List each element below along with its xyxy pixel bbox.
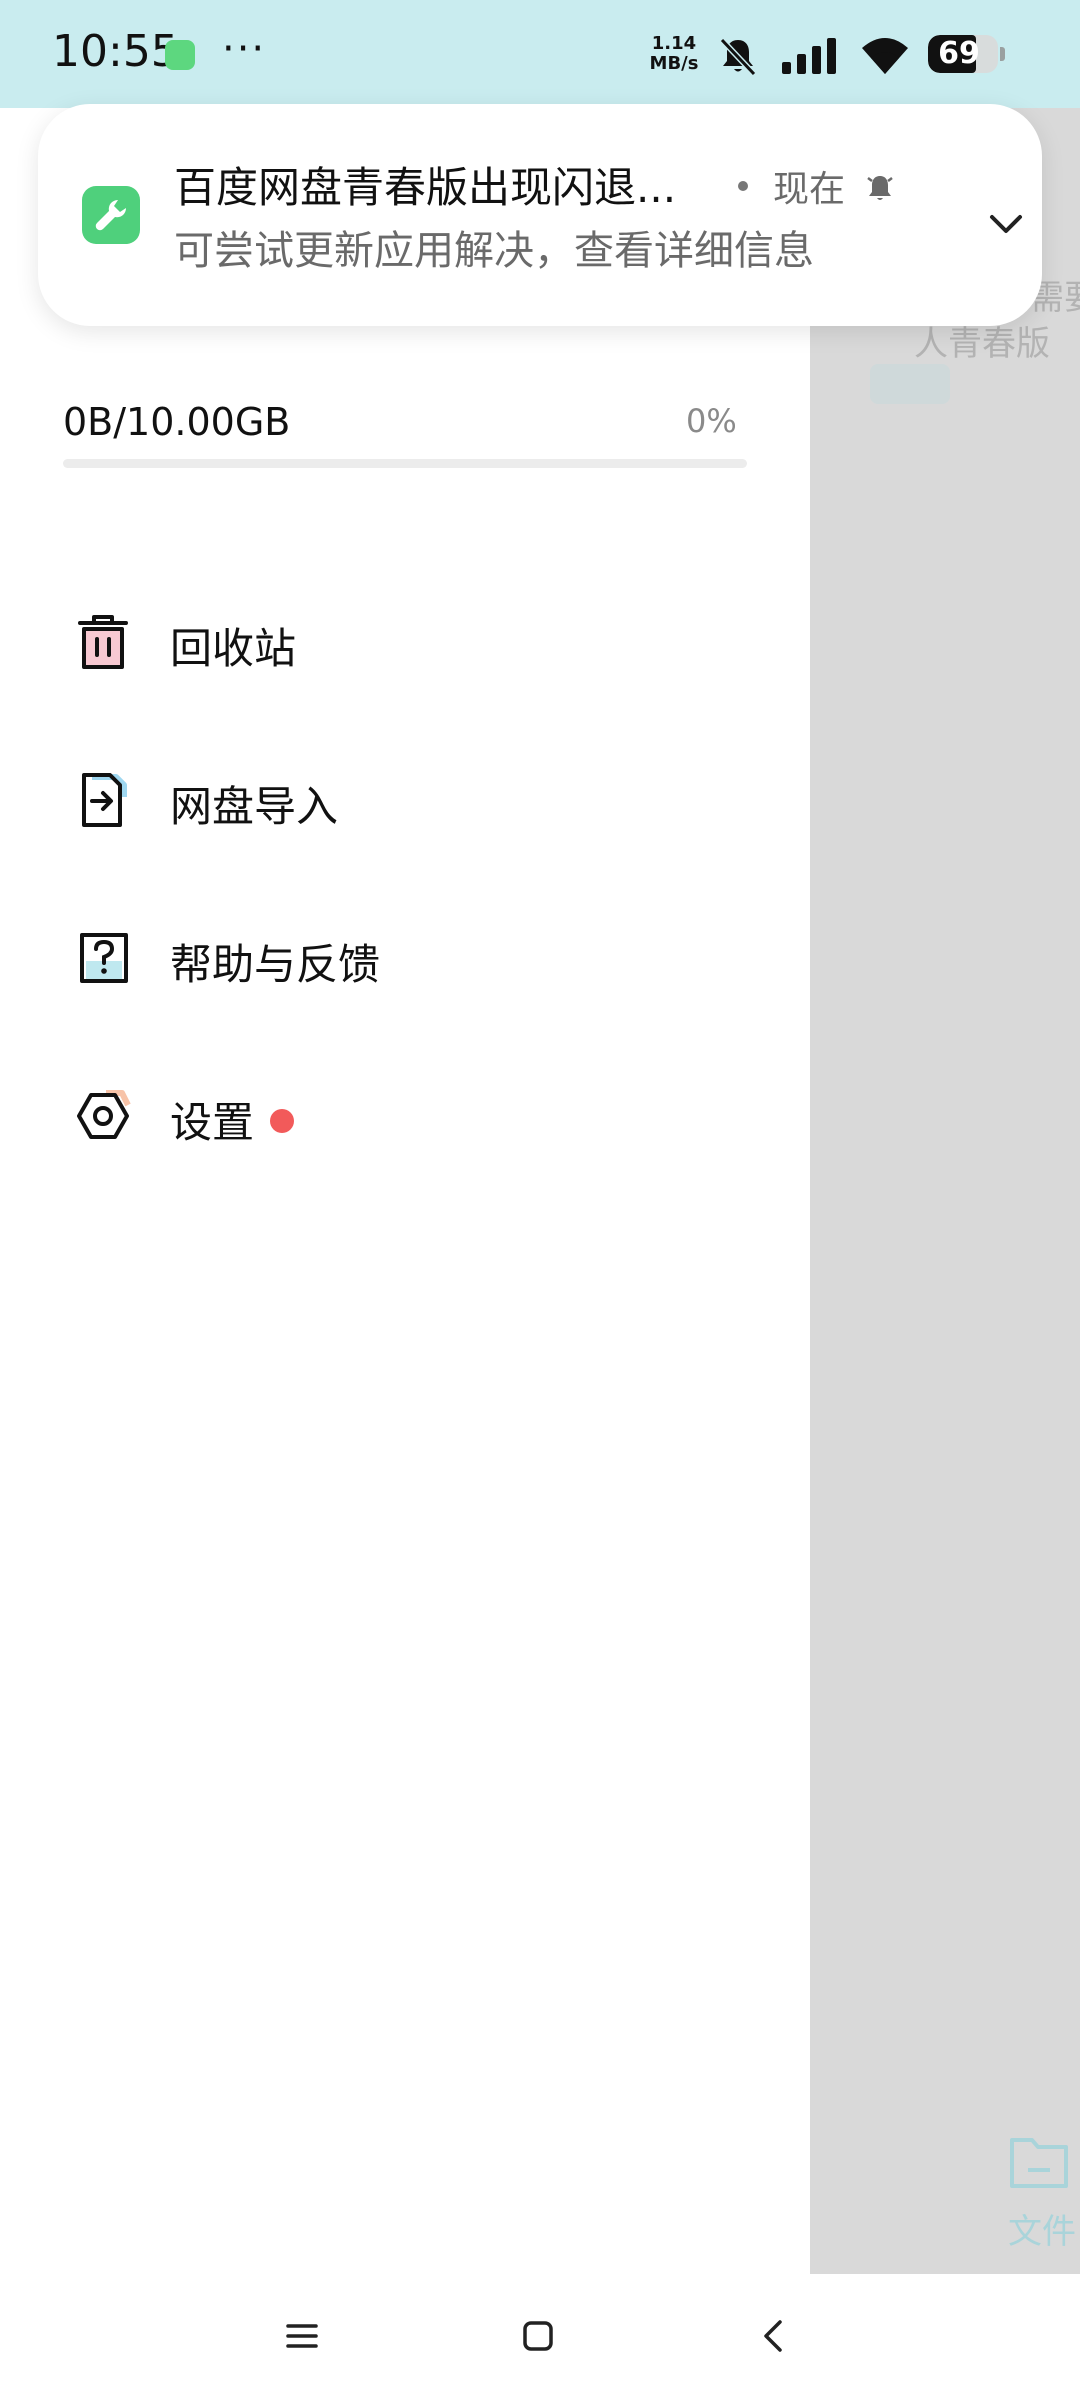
battery-tip bbox=[1000, 47, 1005, 61]
chevron-down-icon[interactable] bbox=[986, 204, 1026, 244]
tab-files-label: 文件 bbox=[1008, 2212, 1076, 2252]
separator-dot bbox=[738, 181, 748, 191]
menu-item-recycle-bin[interactable]: 回收站 bbox=[0, 587, 810, 697]
more-notifications-icon: ··· bbox=[222, 26, 267, 72]
overlay-chip bbox=[870, 364, 950, 404]
system-nav-bar bbox=[0, 2274, 1080, 2400]
bell-muted-icon bbox=[719, 37, 757, 77]
menu-label-help-feedback: 帮助与反馈 bbox=[170, 940, 381, 989]
wrench-app-icon bbox=[165, 40, 195, 70]
signal-icon bbox=[782, 38, 836, 74]
home-icon[interactable] bbox=[508, 2306, 568, 2366]
notification-body: 可尝试更新应用解决，查看详细信息 bbox=[174, 228, 814, 274]
network-speed-unit: MB/s bbox=[649, 53, 699, 74]
menu-label-settings: 设置 bbox=[170, 1098, 255, 1147]
menu-label-recycle-bin: 回收站 bbox=[170, 624, 297, 673]
crash-notification[interactable]: 百度网盘青春版出现闪退... 现在 可尝试更新应用解决，查看详细信息 bbox=[38, 104, 1042, 326]
folder-icon bbox=[1010, 2138, 1068, 2188]
menu-item-settings[interactable]: 设置 bbox=[0, 1061, 810, 1171]
storage-usage: 0B/10.00GB bbox=[63, 400, 291, 444]
battery-level: 69 bbox=[938, 36, 980, 71]
notification-time: 现在 bbox=[773, 169, 846, 210]
network-speed: 1.14 MB/s bbox=[644, 34, 704, 74]
wrench-icon bbox=[82, 186, 140, 244]
file-import-icon bbox=[82, 773, 127, 827]
wifi-icon bbox=[862, 38, 908, 74]
battery-icon: 69 bbox=[928, 35, 998, 73]
status-bar: 10:55 ··· 1.14 MB/s 69 bbox=[0, 0, 1080, 108]
menu-item-help-feedback[interactable]: 帮助与反馈 bbox=[0, 903, 810, 1013]
back-icon[interactable] bbox=[744, 2306, 804, 2366]
storage-percent: 0% bbox=[686, 402, 737, 440]
settings-icon bbox=[77, 1090, 131, 1139]
drawer-scrim[interactable]: 需要 人青春版 文件 bbox=[810, 84, 1080, 2274]
menu-icon[interactable] bbox=[272, 2306, 332, 2366]
notification-title: 百度网盘青春版出现闪退... bbox=[174, 163, 677, 212]
settings-notification-badge bbox=[270, 1109, 294, 1133]
network-speed-value: 1.14 bbox=[651, 33, 697, 54]
storage-progress-bar bbox=[63, 459, 747, 468]
menu-label-netdisk-import: 网盘导入 bbox=[170, 782, 339, 831]
help-icon bbox=[80, 933, 128, 983]
status-time: 10:55 bbox=[52, 26, 179, 77]
alarm-bell-icon bbox=[867, 176, 893, 200]
trash-icon bbox=[78, 615, 128, 669]
menu-item-netdisk-import[interactable]: 网盘导入 bbox=[0, 745, 810, 855]
